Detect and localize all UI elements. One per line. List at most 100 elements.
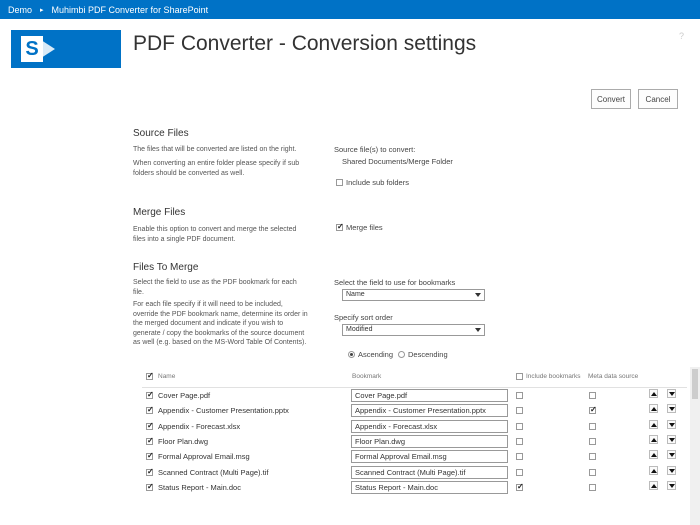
move-down-icon[interactable] xyxy=(667,389,676,398)
source-files-label: Source file(s) to convert: xyxy=(334,145,416,154)
bookmark-field-value: Name xyxy=(346,291,365,298)
move-down-icon[interactable] xyxy=(667,480,676,490)
row-meta-source-checkbox[interactable] xyxy=(589,407,596,415)
row-select-checkbox[interactable] xyxy=(146,392,153,399)
row-select-checkbox[interactable] xyxy=(146,483,153,491)
row-include-bookmarks-checkbox[interactable] xyxy=(516,422,523,430)
grid-header: Name Bookmark Include bookmarks Meta dat… xyxy=(142,367,687,388)
include-sub-folders-checkbox[interactable] xyxy=(336,179,343,186)
row-file-name: Floor Plan.dwg xyxy=(158,436,209,446)
move-up-icon[interactable] xyxy=(649,480,658,490)
move-down-icon[interactable] xyxy=(667,450,676,460)
sharepoint-logo-arrow-icon xyxy=(41,40,55,58)
bookmark-field-label: Select the field to use for bookmarks xyxy=(334,278,456,287)
row-file-name: Appendix - Customer Presentation.pptx xyxy=(158,406,289,416)
bookmark-field-select[interactable]: Name xyxy=(342,289,485,301)
sort-order-value: Modified xyxy=(346,326,373,333)
row-select-checkbox[interactable] xyxy=(146,407,153,415)
table-row: Floor Plan.dwg Floor Plan.dwg xyxy=(142,434,687,450)
row-file-name: Cover Page.pdf xyxy=(158,391,211,400)
move-up-icon[interactable] xyxy=(649,389,658,398)
move-down-icon[interactable] xyxy=(667,465,676,475)
row-bookmark-input[interactable]: Appendix - Customer Presentation.pptx xyxy=(351,404,508,418)
row-include-bookmarks-checkbox[interactable] xyxy=(516,468,523,476)
row-file-name: Formal Approval Email.msg xyxy=(158,452,250,462)
row-meta-source-checkbox[interactable] xyxy=(589,468,596,476)
row-meta-source-checkbox[interactable] xyxy=(589,422,596,430)
select-all-checkbox[interactable] xyxy=(146,373,153,380)
row-bookmark-input[interactable]: Cover Page.pdf xyxy=(351,389,508,402)
include-bookmarks-all-checkbox[interactable] xyxy=(516,373,523,380)
chevron-down-icon xyxy=(475,328,481,332)
row-include-bookmarks-checkbox[interactable] xyxy=(516,483,523,491)
row-bookmark-input[interactable]: Appendix - Forecast.xlsx xyxy=(351,419,508,433)
table-row: Appendix - Forecast.xlsx Appendix - Forec… xyxy=(142,419,687,435)
descending-label: Descending xyxy=(408,350,448,359)
source-files-desc-1: The files that will be converted are lis… xyxy=(133,146,297,153)
table-row: Scanned Contract (Multi Page).tif Scanned… xyxy=(142,465,687,481)
cancel-button[interactable]: Cancel xyxy=(638,89,678,109)
breadcrumb-demo[interactable]: Demo xyxy=(8,5,32,15)
row-meta-source-checkbox[interactable] xyxy=(589,453,596,461)
sharepoint-logo[interactable]: S xyxy=(11,30,121,68)
files-to-merge-title: Files To Merge xyxy=(133,262,199,273)
row-bookmark-input[interactable]: Status Report - Main.doc xyxy=(351,480,508,494)
source-files-title: Source Files xyxy=(133,128,189,139)
grid-header-meta: Meta data source xyxy=(588,373,639,380)
scrollbar-thumb[interactable] xyxy=(692,369,698,399)
row-include-bookmarks-checkbox[interactable] xyxy=(516,453,523,461)
row-file-name: Scanned Contract (Multi Page).tif xyxy=(158,467,269,477)
page-title: PDF Converter - Conversion settings xyxy=(133,32,477,55)
table-row: Cover Page.pdf Cover Page.pdf xyxy=(142,389,687,404)
sort-order-select[interactable]: Modified xyxy=(342,324,485,336)
move-up-icon[interactable] xyxy=(649,404,658,414)
row-bookmark-input[interactable]: Formal Approval Email.msg xyxy=(351,450,508,464)
row-select-checkbox[interactable] xyxy=(146,437,153,445)
files-to-merge-desc-2: For each file specify if it will need to… xyxy=(133,301,308,346)
sharepoint-logo-letter: S xyxy=(21,36,43,62)
row-bookmark-input[interactable]: Floor Plan.dwg xyxy=(351,434,508,448)
move-down-icon[interactable] xyxy=(667,434,676,444)
breadcrumb-muhimbi[interactable]: Muhimbi PDF Converter for SharePoint xyxy=(52,5,209,15)
row-meta-source-checkbox[interactable] xyxy=(589,392,596,399)
move-up-icon[interactable] xyxy=(649,465,658,475)
row-select-checkbox[interactable] xyxy=(146,422,153,430)
row-file-name: Status Report - Main.doc xyxy=(158,482,241,492)
page-scrollbar[interactable] xyxy=(690,367,700,525)
merge-files-checkbox[interactable] xyxy=(336,224,343,231)
breadcrumb-separator-icon: ▸ xyxy=(40,6,44,14)
move-down-icon[interactable] xyxy=(667,404,676,414)
ascending-radio[interactable] xyxy=(348,351,355,358)
include-sub-folders-label: Include sub folders xyxy=(346,178,409,187)
row-include-bookmarks-checkbox[interactable] xyxy=(516,407,523,415)
move-down-icon[interactable] xyxy=(667,419,676,429)
row-meta-source-checkbox[interactable] xyxy=(589,437,596,445)
source-files-desc-2: When converting an entire folder please … xyxy=(133,160,300,177)
row-include-bookmarks-checkbox[interactable] xyxy=(516,392,523,399)
help-icon[interactable]: ? xyxy=(679,31,684,41)
table-row: Status Report - Main.doc Status Report - … xyxy=(142,480,687,496)
convert-button[interactable]: Convert xyxy=(591,89,631,109)
move-up-icon[interactable] xyxy=(649,434,658,444)
move-up-icon[interactable] xyxy=(649,419,658,429)
row-select-checkbox[interactable] xyxy=(146,468,153,476)
row-select-checkbox[interactable] xyxy=(146,453,153,461)
suite-bar: Demo ▸ Muhimbi PDF Converter for SharePo… xyxy=(0,0,700,19)
row-bookmark-input[interactable]: Scanned Contract (Multi Page).tif xyxy=(351,465,508,479)
table-row: Appendix - Customer Presentation.pptx App… xyxy=(142,404,687,419)
merge-files-title: Merge Files xyxy=(133,207,186,218)
files-to-merge-desc-1: Select the field to use as the PDF bookm… xyxy=(133,279,297,296)
move-up-icon[interactable] xyxy=(649,450,658,460)
sort-order-label: Specify sort order xyxy=(334,313,393,322)
row-include-bookmarks-checkbox[interactable] xyxy=(516,437,523,445)
row-meta-source-checkbox[interactable] xyxy=(589,483,596,491)
row-file-name: Appendix - Forecast.xlsx xyxy=(158,421,241,431)
merge-files-label: Merge files xyxy=(346,223,383,232)
grid-header-include-bookmarks: Include bookmarks xyxy=(526,373,581,380)
source-files-path: Shared Documents/Merge Folder xyxy=(342,157,453,166)
grid-header-name[interactable]: Name xyxy=(158,373,175,380)
grid-header-bookmark: Bookmark xyxy=(352,373,382,380)
descending-radio[interactable] xyxy=(398,351,405,358)
table-row: Formal Approval Email.msg Formal Approval… xyxy=(142,450,687,465)
merge-files-desc: Enable this option to convert and merge … xyxy=(133,226,297,243)
